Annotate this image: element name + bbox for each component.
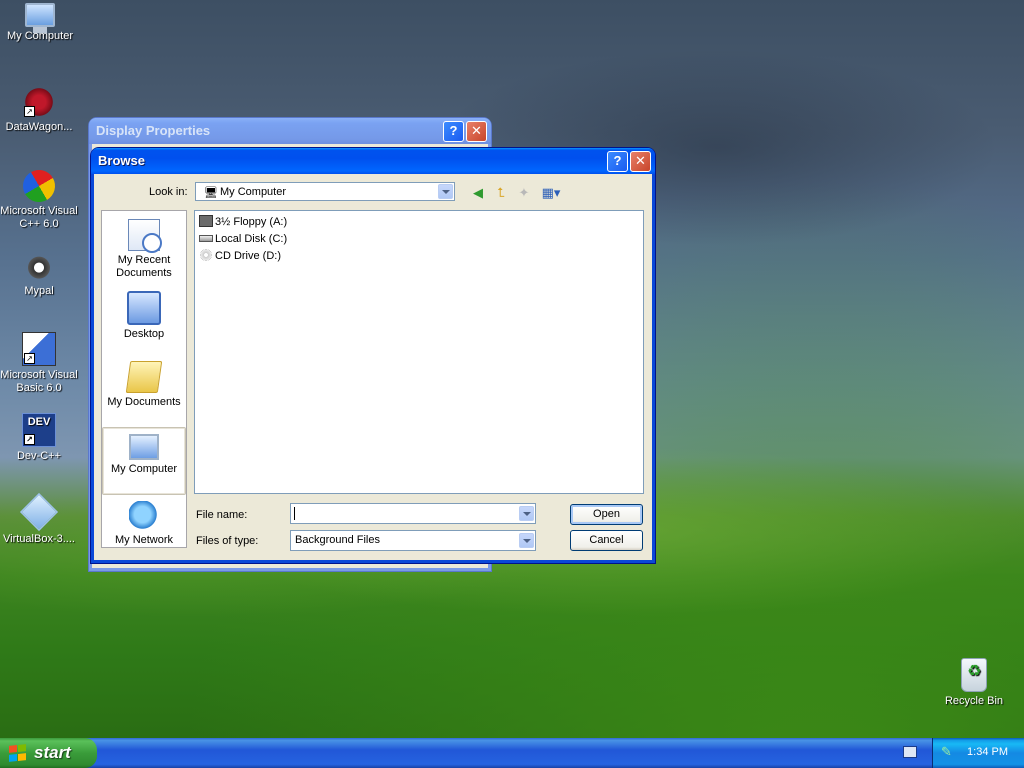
taskbar: start ✎ 1:34 PM [0, 738, 1024, 768]
visual-cpp-icon [17, 164, 61, 208]
computer-small-icon: 🖥 [204, 187, 218, 199]
keyboard-icon[interactable] [903, 746, 917, 758]
desktop-icon-label: DataWagon... [5, 121, 73, 133]
file-list[interactable]: 3½ Floppy (A:) Local Disk (C:) CD Drive … [194, 210, 644, 494]
desktop-icon-datawagon[interactable]: ↗ DataWagon... [0, 86, 79, 134]
start-label: start [34, 743, 71, 762]
open-button[interactable]: Open [570, 504, 643, 525]
desktop-icon-visual-cpp[interactable]: Microsoft Visual C++ 6.0 [0, 164, 79, 231]
files-of-type-label: Files of type: [196, 535, 259, 547]
browse-titlebar[interactable]: Browse ? ✕ [91, 148, 655, 174]
file-item-label: CD Drive (D:) [215, 250, 281, 262]
desktop-icon-my-computer[interactable]: My Computer [0, 3, 80, 43]
back-arrow-icon[interactable]: ◀ [469, 185, 487, 201]
dialog-title: Browse [98, 153, 145, 168]
place-label: My Recent Documents [116, 254, 172, 279]
visual-basic-icon: ↗ [22, 332, 56, 366]
recent-documents-icon [128, 219, 162, 253]
files-of-type-dropdown[interactable]: Background Files [290, 530, 536, 551]
help-button[interactable]: ? [443, 121, 464, 142]
local-disk-icon [199, 235, 213, 242]
floppy-drive-icon [199, 215, 213, 227]
place-label: My Computer [110, 463, 178, 475]
help-icon: ? [613, 153, 622, 168]
desktop-icon-label: Dev-C++ [16, 450, 62, 462]
close-button[interactable]: ✕ [466, 121, 487, 142]
look-in-label: Look in: [149, 186, 188, 198]
my-documents-icon [125, 361, 163, 393]
dev-cpp-icon: DEV ↗ [22, 413, 56, 447]
my-computer-icon [129, 434, 159, 460]
display-properties-titlebar[interactable]: Display Properties ? ✕ [89, 118, 491, 144]
close-button[interactable]: ✕ [630, 151, 651, 172]
start-button[interactable]: start [0, 738, 97, 768]
datawagon-icon: ↗ [23, 86, 55, 118]
files-of-type-value: Background Files [295, 534, 380, 546]
new-folder-icon[interactable]: ✦ [515, 185, 533, 201]
chevron-down-icon[interactable] [519, 506, 534, 521]
place-recent-documents[interactable]: My Recent Documents [102, 219, 186, 280]
desktop-icon-visual-basic[interactable]: ↗ Microsoft Visual Basic 6.0 [0, 332, 79, 395]
desktop-icon-label: Microsoft Visual Basic 6.0 [0, 369, 78, 394]
up-folder-icon[interactable]: ⮤ [492, 185, 510, 201]
look-in-value: My Computer [220, 186, 287, 198]
system-tray: ✎ 1:34 PM [932, 738, 1024, 768]
recycle-bin-icon [961, 658, 987, 692]
close-icon: ✕ [635, 153, 646, 168]
close-icon: ✕ [471, 123, 482, 138]
file-item-floppy[interactable]: 3½ Floppy (A:) [199, 214, 287, 230]
chevron-down-icon[interactable] [438, 184, 453, 199]
cd-drive-icon [199, 249, 213, 261]
views-menu-icon[interactable]: ▦▾ [539, 185, 563, 201]
place-desktop[interactable]: Desktop [102, 291, 186, 341]
cancel-button[interactable]: Cancel [570, 530, 643, 551]
window-title: Display Properties [96, 123, 211, 138]
desktop-icon-dev-cpp[interactable]: DEV ↗ Dev-C++ [0, 413, 79, 463]
look-in-dropdown[interactable]: 🖥 My Computer [195, 182, 455, 201]
help-button[interactable]: ? [607, 151, 628, 172]
help-icon: ? [449, 123, 458, 138]
desktop-icon-virtualbox[interactable]: VirtualBox-3.... [0, 492, 79, 546]
desktop-icon-label: VirtualBox-3.... [3, 533, 75, 545]
desktop-icon-label: Mypal [24, 285, 54, 297]
file-item-label: 3½ Floppy (A:) [215, 216, 288, 228]
place-my-network[interactable]: My Network [102, 501, 186, 547]
chevron-down-icon[interactable] [519, 533, 534, 548]
desktop-icon-label: Microsoft Visual C++ 6.0 [0, 205, 78, 230]
network-tray-icon[interactable]: ✎ [941, 745, 955, 759]
file-name-label: File name: [196, 509, 248, 521]
my-network-icon [129, 501, 159, 531]
windows-logo-icon [9, 744, 26, 762]
file-name-field[interactable] [290, 503, 536, 524]
text-caret [294, 507, 295, 520]
my-computer-icon [25, 3, 55, 33]
place-label: Desktop [123, 328, 165, 340]
place-my-documents[interactable]: My Documents [102, 361, 186, 409]
clock[interactable]: 1:34 PM [967, 746, 1008, 758]
desktop-icon [127, 291, 161, 325]
virtualbox-icon [19, 492, 59, 532]
file-item-label: Local Disk (C:) [215, 233, 288, 245]
mypal-icon [23, 250, 55, 282]
file-item-local-disk[interactable]: Local Disk (C:) [199, 231, 287, 247]
place-label: My Network [114, 534, 174, 546]
desktop-icon-label: Recycle Bin [944, 695, 1004, 707]
place-label: My Documents [107, 396, 181, 408]
place-my-computer[interactable]: My Computer [102, 427, 186, 495]
desktop-icon-mypal[interactable]: Mypal [0, 250, 79, 298]
file-item-cd-drive[interactable]: CD Drive (D:) [199, 248, 281, 264]
desktop-icon-recycle-bin[interactable]: Recycle Bin [934, 658, 1014, 708]
places-bar: My Recent Documents Desktop My Documents… [101, 210, 187, 548]
